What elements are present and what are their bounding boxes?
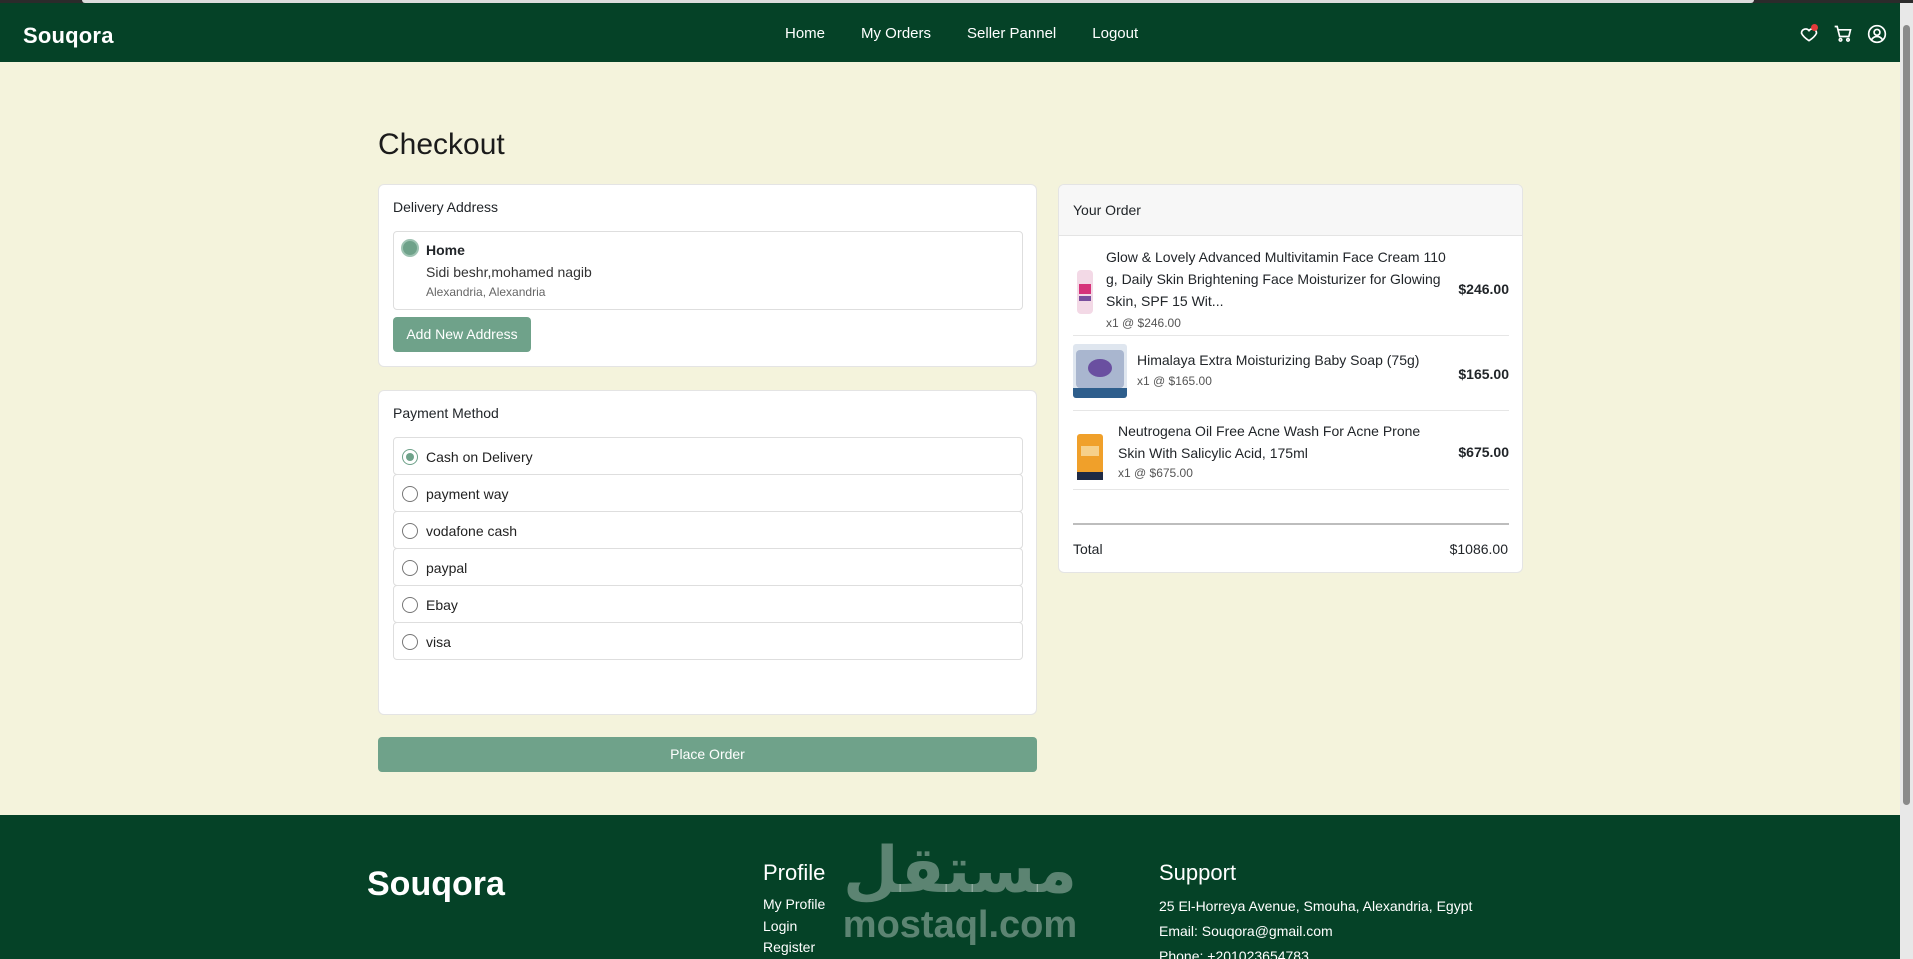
brand-logo[interactable]: Souqora <box>23 23 114 49</box>
payment-label: Ebay <box>426 597 458 613</box>
payment-option-payment-way[interactable]: payment way <box>393 474 1023 512</box>
order-item-price: $165.00 <box>1458 366 1509 382</box>
nav-links: Home My Orders Seller Pannel Logout <box>785 25 1174 42</box>
total-label: Total <box>1073 541 1103 557</box>
top-navbar: Souqora Home My Orders Seller Pannel Log… <box>0 3 1900 62</box>
page-scrollbar[interactable] <box>1900 3 1913 959</box>
heart-icon[interactable] <box>1798 23 1820 45</box>
payment-label: vodafone cash <box>426 523 518 539</box>
payment-label: Cash on Delivery <box>426 449 533 465</box>
nav-icons <box>1798 23 1888 45</box>
order-item: Glow & Lovely Advanced Multivitamin Face… <box>1073 246 1509 336</box>
payment-radio[interactable] <box>402 486 418 502</box>
footer-profile-title: Profile <box>763 860 826 885</box>
payment-label: visa <box>426 634 451 650</box>
order-item-price: $675.00 <box>1458 444 1509 460</box>
product-thumbnail <box>1073 344 1127 398</box>
order-summary-title: Your Order <box>1073 202 1141 218</box>
order-item-qty: x1 @ $675.00 <box>1118 466 1193 480</box>
order-item-name[interactable]: Neutrogena Oil Free Acne Wash For Acne P… <box>1118 420 1438 464</box>
product-thumbnail <box>1073 430 1107 484</box>
order-item-qty: x1 @ $246.00 <box>1106 316 1181 330</box>
order-item: Himalaya Extra Moisturizing Baby Soap (7… <box>1073 344 1509 411</box>
order-summary-card: Your Order Glow & Lovely Advanced Multiv… <box>1058 184 1523 573</box>
payment-radio[interactable] <box>402 634 418 650</box>
address-city: Alexandria, Alexandria <box>426 285 546 299</box>
nav-seller-panel[interactable]: Seller Pannel <box>967 25 1056 42</box>
place-order-button[interactable]: Place Order <box>378 737 1037 772</box>
payment-option-cash[interactable]: Cash on Delivery <box>393 437 1023 475</box>
payment-option-paypal[interactable]: paypal <box>393 548 1023 586</box>
payment-radio[interactable] <box>402 449 418 465</box>
order-summary-header: Your Order <box>1059 185 1522 236</box>
payment-method-title: Payment Method <box>393 405 499 421</box>
scrollbar-thumb[interactable] <box>1903 25 1910 805</box>
payment-option-ebay[interactable]: Ebay <box>393 585 1023 623</box>
total-divider <box>1073 523 1509 525</box>
payment-label: paypal <box>426 560 468 576</box>
footer-address: 25 El-Horreya Avenue, Smouha, Alexandria… <box>1159 898 1473 914</box>
site-footer: Souqora مستقل mostaql.com Profile My Pro… <box>0 815 1900 959</box>
order-item-name[interactable]: Glow & Lovely Advanced Multivitamin Face… <box>1106 246 1446 312</box>
add-new-address-button[interactable]: Add New Address <box>393 317 531 352</box>
wishlist-badge <box>1811 24 1818 31</box>
footer-link-register[interactable]: Register <box>763 937 825 959</box>
address-option-home[interactable]: Home Sidi beshr,mohamed nagib Alexandria… <box>393 231 1023 310</box>
nav-home[interactable]: Home <box>785 25 825 42</box>
payment-option-vodafone-cash[interactable]: vodafone cash <box>393 511 1023 549</box>
delivery-address-card: Delivery Address Home Sidi beshr,mohamed… <box>378 184 1037 367</box>
footer-support-column: Support 25 El-Horreya Avenue, Smouha, Al… <box>1159 860 1472 959</box>
user-circle-icon[interactable] <box>1866 23 1888 45</box>
payment-radio[interactable] <box>402 523 418 539</box>
address-name: Home <box>426 242 465 258</box>
footer-support-title: Support <box>1159 860 1237 885</box>
order-item-name[interactable]: Himalaya Extra Moisturizing Baby Soap (7… <box>1137 349 1447 371</box>
payment-option-visa[interactable]: visa <box>393 622 1023 660</box>
footer-link-login[interactable]: Login <box>763 916 825 938</box>
page-title: Checkout <box>378 128 505 161</box>
address-radio[interactable] <box>401 239 419 257</box>
payment-label: payment way <box>426 486 509 502</box>
total-value: $1086.00 <box>1449 541 1508 557</box>
order-item-qty: x1 @ $165.00 <box>1137 374 1212 388</box>
footer-phone: Phone: +201023654783 <box>1159 948 1309 959</box>
footer-brand: Souqora <box>367 865 505 903</box>
nav-my-orders[interactable]: My Orders <box>861 25 931 42</box>
payment-radio[interactable] <box>402 597 418 613</box>
cart-icon[interactable] <box>1832 23 1854 45</box>
footer-profile-column: Profile My Profile Login Register <box>763 860 825 959</box>
footer-link-my-profile[interactable]: My Profile <box>763 894 825 916</box>
order-item-price: $246.00 <box>1458 281 1509 297</box>
product-thumbnail <box>1073 264 1097 318</box>
nav-logout[interactable]: Logout <box>1092 25 1138 42</box>
footer-email: Email: Souqora@gmail.com <box>1159 923 1333 939</box>
payment-radio[interactable] <box>402 560 418 576</box>
delivery-address-title: Delivery Address <box>393 199 499 215</box>
payment-method-card: Payment Method Cash on Delivery payment … <box>378 390 1037 715</box>
address-line: Sidi beshr,mohamed nagib <box>426 264 592 280</box>
mostaql-watermark-logo: مستقل mostaql.com <box>842 834 1078 946</box>
order-item: Neutrogena Oil Free Acne Wash For Acne P… <box>1073 420 1509 490</box>
